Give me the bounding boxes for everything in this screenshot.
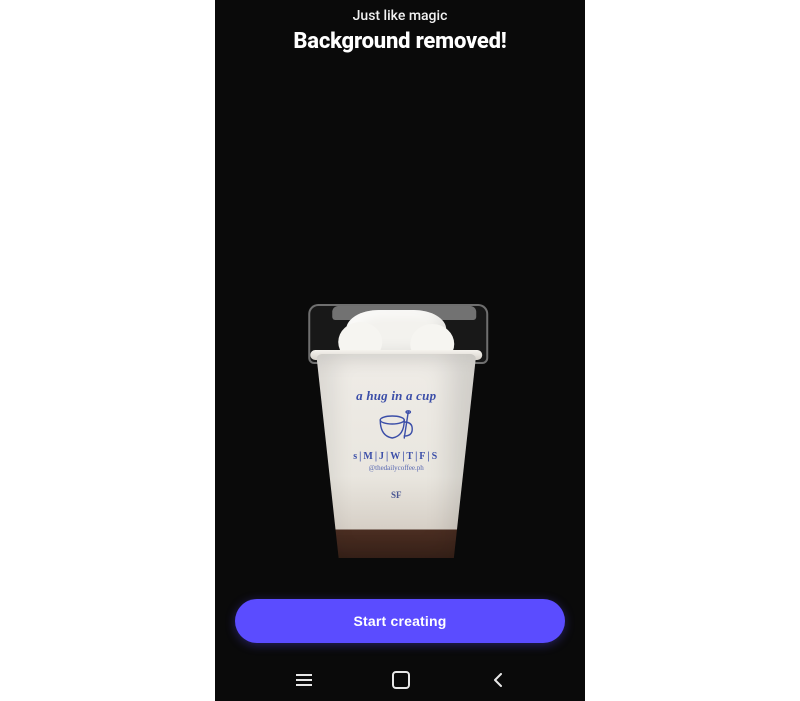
start-creating-button[interactable]: Start creating — [235, 599, 565, 643]
cup-slogan: a hug in a cup — [302, 388, 490, 404]
nav-home-icon[interactable] — [392, 671, 410, 689]
result-canvas: a hug in a cup s|M|J|W|T|F|S @thedailyco… — [215, 52, 585, 611]
header-subtitle: Just like magic — [215, 6, 585, 26]
header: Just like magic Background removed! — [215, 6, 585, 56]
nav-back-icon[interactable] — [491, 673, 505, 687]
nav-recent-icon[interactable] — [296, 674, 312, 686]
cup-handle-text: @thedailycoffee.ph — [302, 464, 490, 472]
app-screen: Just like magic Background removed! a hu… — [215, 0, 585, 701]
cup-print: a hug in a cup s|M|J|W|T|F|S @thedailyco… — [302, 388, 490, 500]
android-navbar — [215, 659, 585, 701]
cup-days-row: s|M|J|W|T|F|S — [302, 451, 490, 462]
cutout-image[interactable]: a hug in a cup s|M|J|W|T|F|S @thedailyco… — [302, 296, 490, 568]
cup-line-art-icon — [372, 408, 420, 444]
cup-bottom-text: SF — [302, 490, 490, 500]
